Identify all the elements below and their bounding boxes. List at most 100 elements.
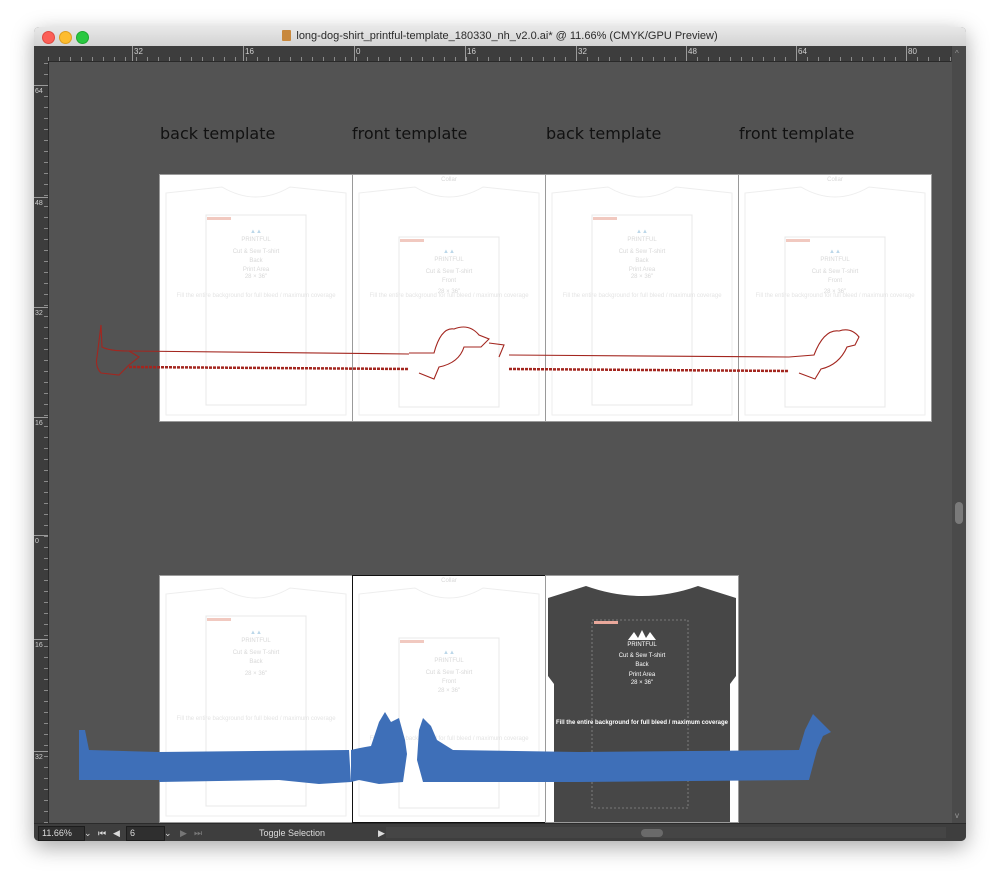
window-title: long-dog-shirt_printful-template_180330_… [34,27,966,46]
product-text: Cut & Sew T-shirt [232,249,280,255]
ruler-origin[interactable] [34,46,48,61]
ruler-label: 0 [356,47,361,56]
brand-text: PRINTFUL [627,642,657,648]
title-bar: long-dog-shirt_printful-template_180330_… [34,27,966,47]
side-text: Back [635,258,649,264]
illustrator-window: long-dog-shirt_printful-template_180330_… [34,27,966,841]
horizontal-ruler[interactable]: 32 16 0 16 32 48 64 80 [48,46,952,62]
printful-logo-icon: ▲▲ [443,650,455,656]
artboard-label: back template [160,124,276,143]
ruler-label: 64 [35,88,43,95]
artboard-dropdown-icon[interactable]: ⌄ [164,826,172,840]
fill-instruction: Fill the entire background for full blee… [176,293,336,300]
print-area-value: 28 × 36" [244,671,268,677]
ruler-label: 32 [35,754,43,761]
vertical-ruler[interactable]: 64 48 32 16 0 16 32 [34,61,49,823]
brand-text: PRINTFUL [820,257,850,263]
template-tag [207,618,231,621]
collar-text: Collar [441,177,457,183]
ruler-tick [354,46,355,61]
ruler-tick [34,417,48,418]
previous-artboard-icon[interactable]: ◀ [113,826,120,840]
collar-text: Collar [827,177,843,183]
ruler-label: 32 [134,47,143,56]
ruler-tick [906,46,907,61]
product-text: Cut & Sew T-shirt [425,269,473,275]
ruler-label: 16 [35,642,43,649]
ruler-tick [34,751,48,752]
print-area-value: 28 × 36" [630,680,654,686]
first-artboard-icon[interactable]: ⏮ [98,826,106,840]
brand-text: PRINTFUL [434,658,464,664]
red-dog-illustration [95,324,860,380]
fill-instruction: Fill the entire background for full blee… [369,293,529,300]
ruler-tick [243,46,244,61]
status-mode[interactable]: Toggle Selection [259,826,325,840]
scroll-up-icon[interactable]: ^ [955,49,959,58]
vertical-scrollbar[interactable]: ^ v [951,46,966,823]
brand-text: PRINTFUL [241,638,271,644]
ruler-label: 80 [908,47,917,56]
product-text: Cut & Sew T-shirt [425,670,473,676]
template-tag [207,217,231,220]
zoom-level-field[interactable]: 11.66% [38,826,85,841]
product-text: Cut & Sew T-shirt [618,249,666,255]
brand-text: PRINTFUL [241,237,271,243]
brand-text: PRINTFUL [434,257,464,263]
template-tag [400,640,424,643]
template-tag [593,217,617,220]
print-area-value: 28 × 36" [630,274,654,280]
ruler-tick [686,46,687,61]
fill-instruction: Fill the entire background for full blee… [562,293,722,300]
collar-text: Collar [441,578,457,584]
ruler-label: 32 [35,310,43,317]
brand-text: PRINTFUL [627,237,657,243]
ruler-label: 32 [578,47,587,56]
printful-logo-icon: ▲▲ [250,630,262,636]
ruler-tick [576,46,577,61]
print-area-label: Print Area [628,267,656,273]
printful-logo-icon: ▲▲ [636,229,648,235]
ruler-tick [34,197,48,198]
next-artboard-icon[interactable]: ▶ [180,826,187,840]
window-title-text: long-dog-shirt_printful-template_180330_… [296,30,718,42]
template-tag [786,239,810,242]
printful-logo-icon: ▲▲ [829,249,841,255]
artboard-label: front template [352,124,468,143]
side-text: Back [249,659,263,665]
scroll-down-icon[interactable]: v [955,811,959,820]
product-text: Cut & Sew T-shirt [618,653,666,659]
ruler-tick [34,535,48,536]
artboard-label: back template [546,124,662,143]
artboard-canvas[interactable]: back template front template back templa… [49,62,952,823]
print-area-value: 28 × 36" [244,274,268,280]
side-text: Back [635,662,649,668]
side-text: Front [827,278,842,284]
printful-logo-icon: ▲▲ [250,229,262,235]
printful-logo-icon: ▲▲ [443,249,455,255]
ruler-label: 0 [35,538,39,545]
last-artboard-icon[interactable]: ⏭ [194,826,202,840]
status-menu-icon[interactable]: ▶ [378,826,385,840]
blue-dog-illustration [79,712,831,784]
vertical-scroll-thumb[interactable] [955,502,963,524]
status-bar: 11.66% ⌄ ⏮ ◀ 6 ⌄ ▶ ⏭ Toggle Selection ▶ [34,823,966,841]
ruler-label: 16 [467,47,476,56]
ruler-label: 48 [35,200,43,207]
horizontal-scrollbar[interactable] [386,827,946,838]
product-text: Cut & Sew T-shirt [232,650,280,656]
ruler-tick [132,46,133,61]
ruler-label: 64 [798,47,807,56]
ruler-tick [34,307,48,308]
fill-instruction: Fill the entire background for full blee… [755,293,915,300]
document-icon [282,30,292,41]
print-area-value: 28 × 36" [437,688,461,694]
ruler-tick [796,46,797,61]
template-tag [594,621,618,624]
horizontal-scroll-thumb[interactable] [641,829,663,837]
product-text: Cut & Sew T-shirt [811,269,859,275]
side-text: Front [441,278,456,284]
side-text: Front [441,679,456,685]
artboard-number-field[interactable]: 6 [126,826,165,841]
zoom-dropdown-icon[interactable]: ⌄ [84,826,92,840]
